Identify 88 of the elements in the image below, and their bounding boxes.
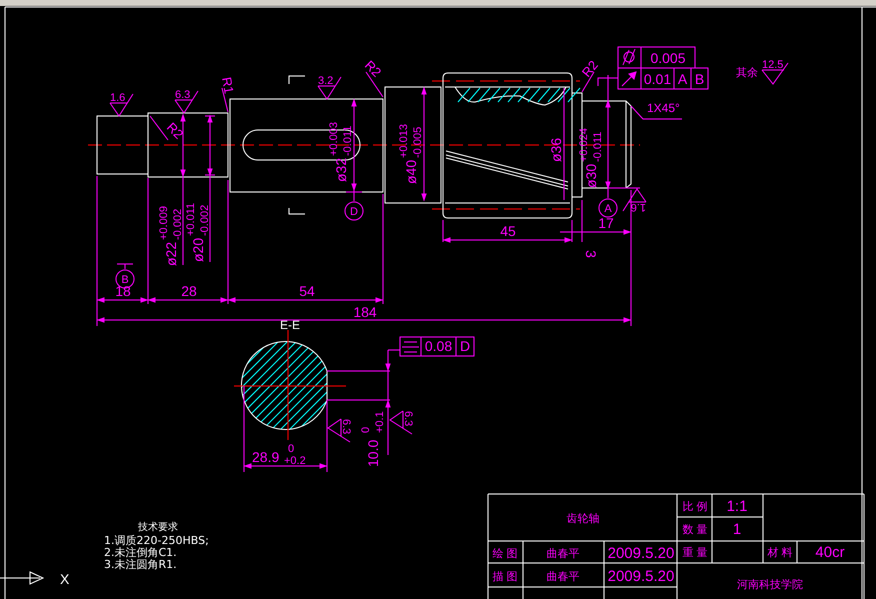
roughness-value: 6.3 xyxy=(402,411,414,426)
tolerance-upper: 0 xyxy=(360,426,372,433)
note-line: 3.未注圆角R1. xyxy=(104,558,177,571)
dimension-text: 28.9 xyxy=(252,449,280,465)
field-label: 材 料 xyxy=(767,546,793,559)
roughness-symbol xyxy=(389,410,412,434)
notes-title: 技术要求 xyxy=(138,522,178,533)
note-line: 2.未注倒角C1. xyxy=(104,546,177,559)
radius-label: R2 xyxy=(362,58,384,80)
note-line: 1.调质220-250HBS; xyxy=(104,534,209,547)
dimension-text: 54 xyxy=(299,283,315,299)
tolerance-lower: -0.002 xyxy=(172,208,184,240)
dimension-text: ø32 xyxy=(333,158,349,182)
tolerance-value: 0.005 xyxy=(650,50,686,66)
dimension-text: 28 xyxy=(181,283,197,299)
roughness-value: 6.3 xyxy=(340,419,352,434)
ucs-axis-icon xyxy=(0,572,44,584)
runout-icon xyxy=(622,72,636,86)
datum-letter: D xyxy=(350,206,358,218)
field-label: 比 例 xyxy=(682,500,708,513)
roughness-note-label: 其余 xyxy=(736,66,758,79)
tolerance-value: 0.08 xyxy=(424,338,452,354)
dimension-text: 184 xyxy=(353,304,377,320)
dimension-text: 45 xyxy=(500,223,516,239)
datum-letter: B xyxy=(121,274,129,286)
field-label: 重 量 xyxy=(682,546,708,559)
dimension-text: ø30 xyxy=(583,164,599,188)
cylindricity-icon xyxy=(622,48,636,66)
tolerance-upper: +0.003 xyxy=(328,122,340,156)
chamfer-label: 1X45° xyxy=(647,101,680,115)
tolerance-upper: 0 xyxy=(288,443,294,455)
role-label: 绘 图 xyxy=(492,547,518,560)
tolerance-upper: +0.009 xyxy=(158,206,170,240)
dimension-text: 18 xyxy=(115,283,131,299)
dimension-text: ø22 xyxy=(163,242,179,266)
roughness-symbol xyxy=(622,188,646,212)
person-name: 曲春平 xyxy=(546,547,580,560)
tolerance-lower: -0.011 xyxy=(342,126,354,156)
person-name: 曲春平 xyxy=(546,570,580,583)
roughness-value: 1.6 xyxy=(110,92,126,104)
tolerance-upper: +0.013 xyxy=(398,124,410,158)
radius-label: R2 xyxy=(578,58,601,80)
part-name: 齿轮轴 xyxy=(566,512,600,525)
extension-line xyxy=(326,370,390,372)
roughness-value: 6.3 xyxy=(175,89,190,101)
tolerance-lower: -0.005 xyxy=(412,126,424,158)
dimension-text: 10.0 xyxy=(365,440,381,467)
datum-circle xyxy=(344,202,364,220)
field-value: 1:1 xyxy=(726,498,748,515)
dimension-text: 17 xyxy=(598,215,614,231)
tolerance-lower: +0.1 xyxy=(374,411,386,433)
datum-letter: A xyxy=(604,203,612,215)
roughness-symbol xyxy=(327,418,350,442)
field-value: 1 xyxy=(732,521,742,538)
section-title: E-E xyxy=(280,318,300,332)
radius-label: R2 xyxy=(164,120,186,142)
roughness-symbol xyxy=(318,76,342,100)
field-label: 数 量 xyxy=(682,523,708,536)
tolerance-value: B xyxy=(694,71,704,87)
tolerance-upper: +0.024 xyxy=(578,128,590,162)
radius-label: R1 xyxy=(219,76,237,95)
roughness-symbol xyxy=(174,90,198,114)
tolerance-value: A xyxy=(678,71,688,87)
institution-name: 河南科技学院 xyxy=(737,578,803,591)
dimension-text: ø20 xyxy=(190,238,206,262)
date-text: 2009.5.20 xyxy=(608,568,674,585)
tolerance-value: 0.01 xyxy=(644,71,672,87)
leader-line xyxy=(630,106,682,120)
axis-label: X xyxy=(60,571,70,587)
dimension-text: ø40 xyxy=(403,160,419,184)
field-value: 40cr xyxy=(815,544,845,561)
tolerance-upper: +0.011 xyxy=(185,202,197,236)
tolerance-value: D xyxy=(460,338,470,354)
dimension-text: ø36 xyxy=(548,138,564,162)
roughness-value: 3.2 xyxy=(318,75,334,87)
roughness-value: 1.6 xyxy=(630,201,646,213)
tolerance-lower: -0.002 xyxy=(199,204,211,236)
roughness-value: 12.5 xyxy=(762,59,784,71)
roughness-symbol xyxy=(110,94,134,117)
leader-line xyxy=(598,78,618,86)
dimension-text: 3 xyxy=(583,250,599,258)
tolerance-lower: +0.2 xyxy=(284,455,306,467)
role-label: 描 图 xyxy=(492,570,518,583)
extension-line xyxy=(442,220,444,242)
datum-circle xyxy=(598,198,618,218)
tolerance-lower: -0.011 xyxy=(592,132,604,162)
leader-line xyxy=(150,116,168,140)
date-text: 2009.5.20 xyxy=(608,545,674,562)
